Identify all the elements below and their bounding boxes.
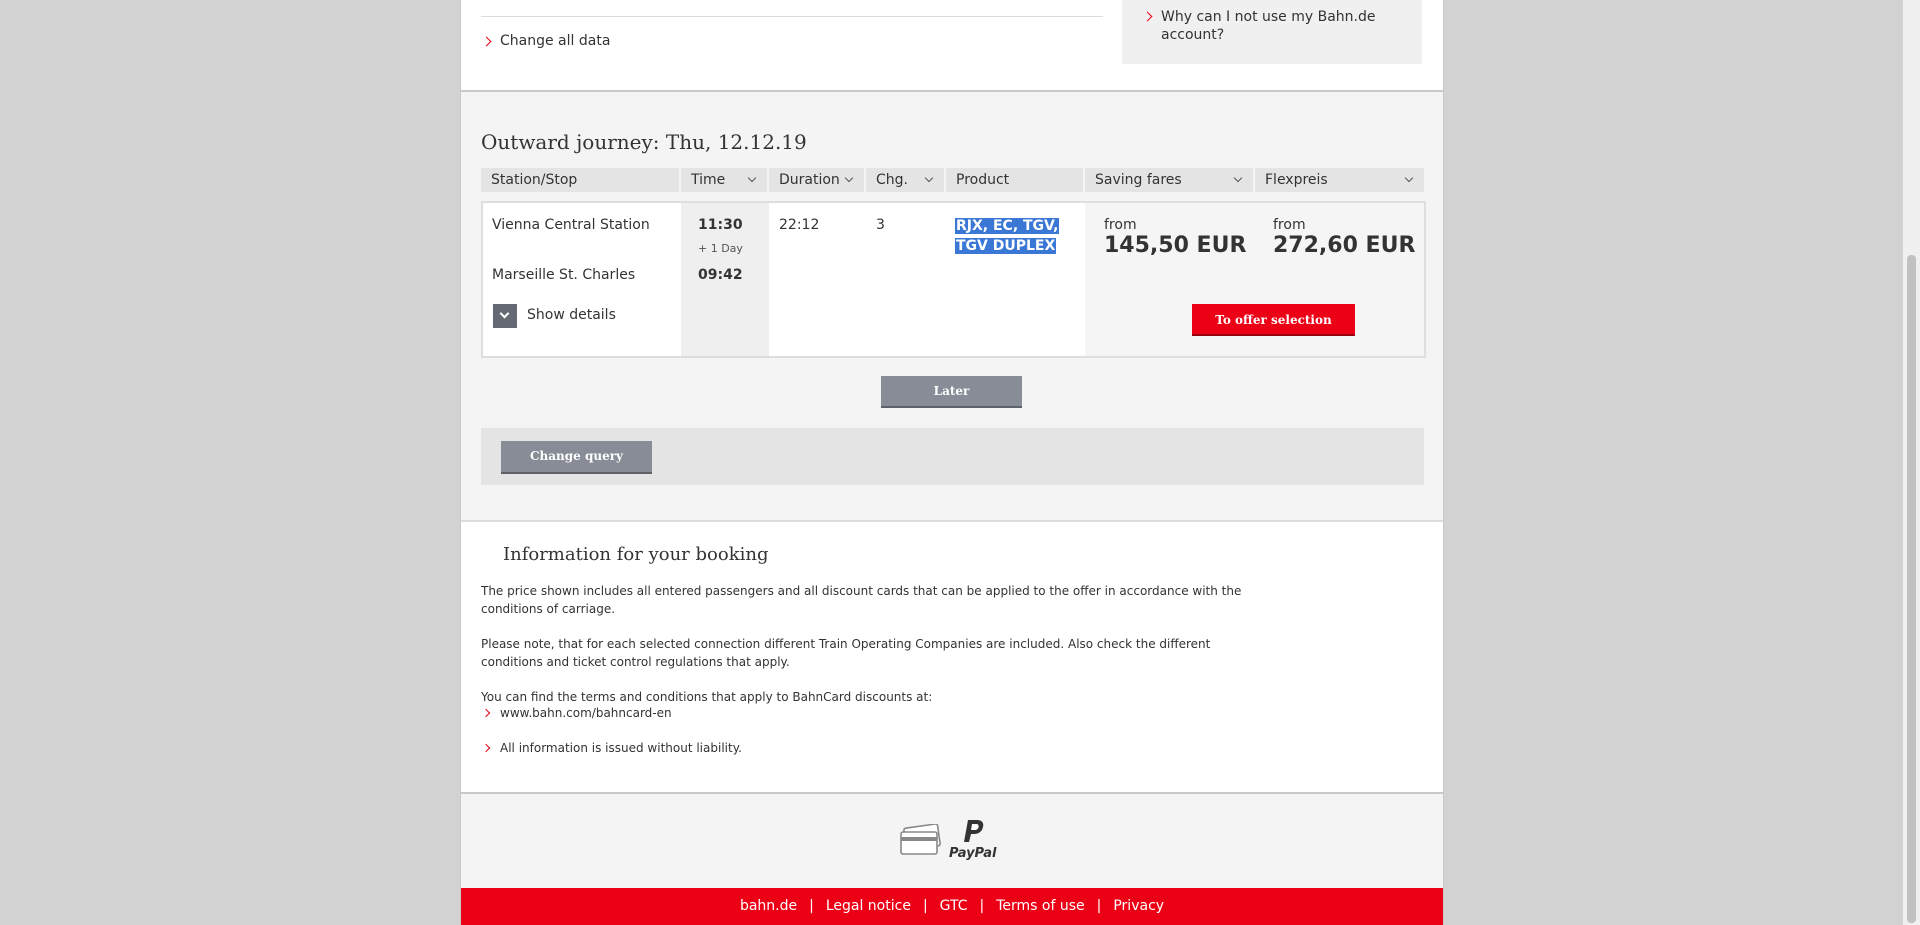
- duration-value: 22:12: [779, 217, 820, 233]
- product-cell: RJX, EC, TGV, TGV DUPLEX: [946, 203, 1085, 356]
- change-all-data-label: Change all data: [500, 33, 611, 49]
- col-station-label: Station/Stop: [491, 172, 578, 188]
- credit-card-icon: [900, 824, 941, 855]
- footer-link-bahn[interactable]: bahn.de: [740, 898, 797, 914]
- footer-link-privacy[interactable]: Privacy: [1113, 898, 1164, 914]
- chevron-down-icon: [1404, 173, 1414, 183]
- arrival-time: 09:42: [698, 267, 743, 283]
- footer-separator: |: [1096, 898, 1102, 914]
- chevron-down-icon: [1233, 173, 1243, 183]
- outward-journey-heading: Outward journey: Thu, 12.12.19: [481, 130, 807, 154]
- chevron-down-icon: [844, 173, 854, 183]
- paypal-label: PayPal: [949, 846, 997, 861]
- change-query-bar: Change query: [481, 428, 1424, 485]
- footer-separator: |: [922, 898, 928, 914]
- col-duration-sort[interactable]: Duration: [769, 168, 866, 192]
- footer-separator: |: [809, 898, 814, 914]
- results-table-header: Station/Stop Time Duration Chg. Product …: [481, 168, 1424, 192]
- flex-price: 272,60 EUR: [1273, 233, 1416, 258]
- col-product: Product: [946, 168, 1085, 192]
- why-account-link[interactable]: Why can I not use my Bahn.de account?: [1142, 8, 1384, 44]
- info-paragraph-3: You can find the terms and conditions th…: [481, 690, 933, 704]
- col-flex-sort[interactable]: Flexpreis: [1255, 168, 1424, 192]
- from-station: Vienna Central Station: [492, 217, 650, 233]
- changes-cell: 3: [866, 203, 946, 356]
- col-changes-sort[interactable]: Chg.: [866, 168, 946, 192]
- footer-separator: |: [979, 898, 985, 914]
- changes-value: 3: [876, 217, 885, 233]
- saving-from-label: from: [1104, 217, 1137, 233]
- col-flex-label: Flexpreis: [1265, 172, 1328, 188]
- bahncard-link-label: www.bahn.com/bahncard-en: [500, 706, 672, 720]
- chevron-right-icon: [481, 743, 491, 753]
- change-query-button[interactable]: Change query: [501, 441, 652, 474]
- product-line-1: RJX, EC, TGV,: [955, 218, 1060, 234]
- liability-link-label: All information is issued without liabil…: [500, 741, 742, 755]
- product-line-2: TGV DUPLEX: [955, 238, 1057, 254]
- footer-link-terms[interactable]: Terms of use: [996, 898, 1084, 914]
- col-saving-sort[interactable]: Saving fares: [1085, 168, 1255, 192]
- to-station: Marseille St. Charles: [492, 267, 636, 283]
- footer-link-legal[interactable]: Legal notice: [826, 898, 911, 914]
- chevron-down-icon: [499, 308, 510, 319]
- col-time-sort[interactable]: Time: [681, 168, 769, 192]
- day-offset: + 1 Day: [698, 242, 743, 255]
- payment-methods: PayPal: [899, 818, 1019, 863]
- bahncard-link[interactable]: www.bahn.com/bahncard-en: [481, 706, 672, 720]
- duration-cell: 22:12: [769, 203, 866, 356]
- change-all-data-link[interactable]: Change all data: [481, 33, 611, 49]
- scrollbar-track[interactable]: [1903, 0, 1920, 925]
- chevron-down-icon: [924, 173, 934, 183]
- scrollbar-thumb[interactable]: [1907, 255, 1916, 923]
- footer-bar: bahn.de | Legal notice | GTC | Terms of use | Pr…: [461, 888, 1443, 925]
- booking-info-title: Information for your booking: [503, 544, 769, 565]
- passenger-data-card: Change all data Why can I not use my Bah…: [461, 0, 1443, 92]
- departure-time: 11:30: [698, 217, 743, 233]
- liability-link[interactable]: All information is issued without liabil…: [481, 741, 742, 755]
- chevron-right-icon: [481, 36, 492, 47]
- footer-link-gtc[interactable]: GTC: [940, 898, 968, 914]
- paypal-logo-icon: [964, 820, 984, 842]
- col-duration-label: Duration: [779, 172, 840, 188]
- why-account-label: Why can I not use my Bahn.de account?: [1161, 9, 1376, 43]
- to-offer-selection-button[interactable]: To offer selection: [1192, 304, 1355, 336]
- chevron-right-icon: [481, 708, 491, 718]
- chevron-right-icon: [1142, 11, 1153, 22]
- flex-from-label: from: [1273, 217, 1306, 233]
- show-details-toggle[interactable]: [493, 304, 517, 328]
- page-container: Change all data Why can I not use my Bah…: [460, 0, 1444, 925]
- connection-row: Vienna Central Station Marseille St. Cha…: [481, 201, 1426, 358]
- station-cell: Vienna Central Station Marseille St. Cha…: [483, 203, 681, 356]
- saving-price: 145,50 EUR: [1104, 233, 1247, 258]
- show-details-link[interactable]: Show details: [527, 307, 616, 323]
- divider: [481, 16, 1103, 17]
- col-time-label: Time: [691, 172, 726, 188]
- col-changes-label: Chg.: [876, 172, 908, 188]
- info-paragraph-1: The price shown includes all entered pas…: [481, 584, 1242, 616]
- later-button[interactable]: Later: [881, 376, 1022, 408]
- chevron-down-icon: [747, 173, 757, 183]
- col-product-label: Product: [956, 172, 1010, 188]
- col-station: Station/Stop: [481, 168, 681, 192]
- booking-info-section: Information for your booking The price s…: [461, 520, 1443, 794]
- product-value: RJX, EC, TGV, TGV DUPLEX: [955, 216, 1060, 256]
- account-info-box: Why can I not use my Bahn.de account?: [1122, 0, 1422, 64]
- time-cell: 11:30 + 1 Day 09:42: [681, 203, 769, 356]
- col-saving-label: Saving fares: [1095, 172, 1182, 188]
- info-paragraph-2: Please note, that for each selected conn…: [481, 637, 1211, 669]
